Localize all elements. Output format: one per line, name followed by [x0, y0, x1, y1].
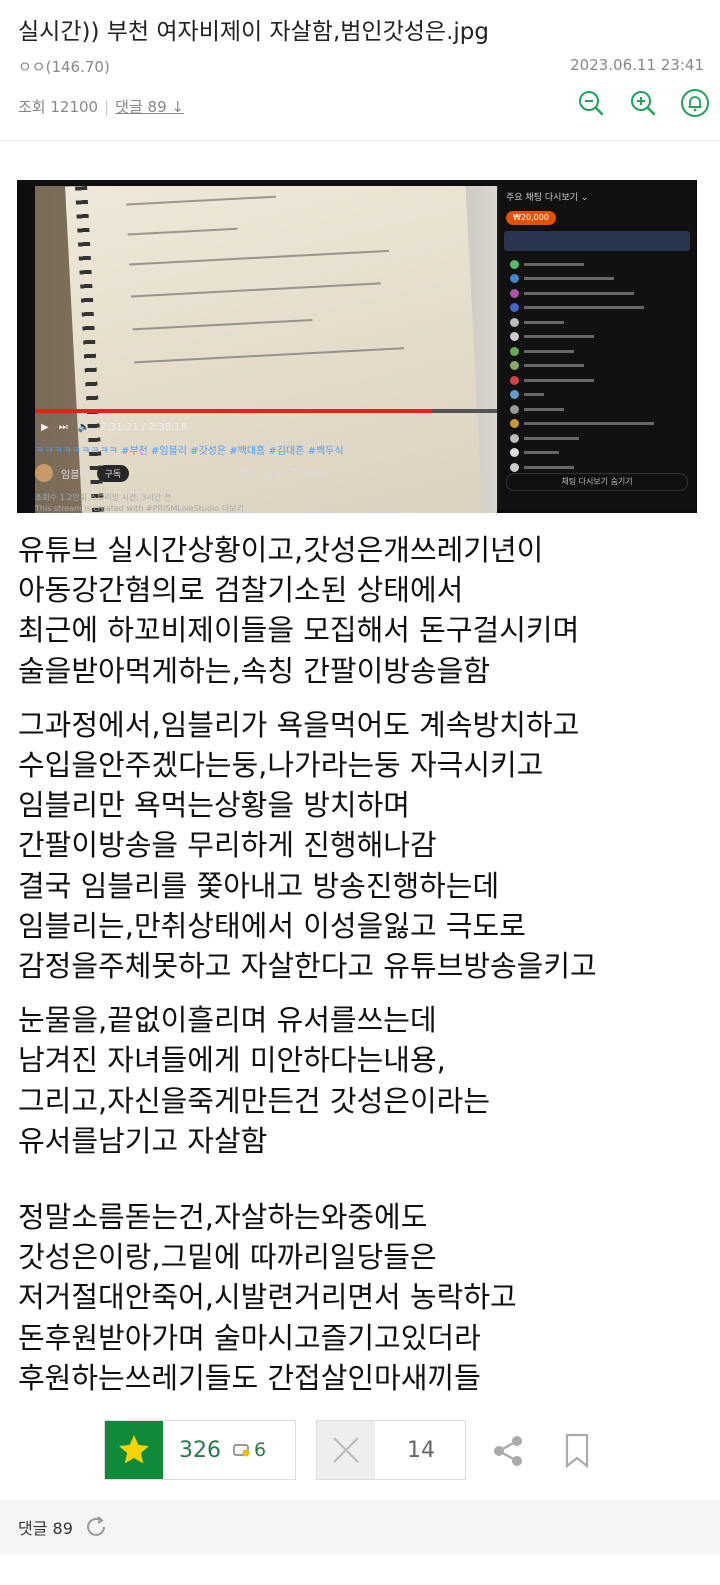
bell-icon[interactable] — [680, 88, 710, 118]
gold-count: 6 — [233, 1439, 266, 1461]
post-meta: 조회 12100 | 댓글 89 ↓ — [18, 96, 184, 117]
x-icon — [317, 1421, 375, 1479]
downvote-button[interactable]: 14 — [316, 1420, 466, 1480]
upvote-count: 326 — [179, 1437, 221, 1463]
chat-row — [498, 417, 696, 432]
chat-row — [498, 286, 696, 301]
post-header: 실시간)) 부천 여자비제이 자살함,범인갓성은.jpg ㅇㅇ(146.70) … — [0, 0, 720, 140]
chat-row — [498, 388, 696, 403]
like-count[interactable]: 152 — [237, 468, 256, 479]
header-icons — [576, 88, 710, 118]
post-body: 유튜브 실시간상황이고,갓성은개쓰레기년이 아동강간혐의로 검찰기소된 상태에서 최… — [18, 530, 597, 1412]
chat-row — [498, 402, 696, 417]
share-label[interactable]: 공유 — [264, 466, 282, 481]
meta-separator: | — [104, 98, 110, 116]
video-hashtags[interactable]: ㅋㅋㅋㅋㅋㅋㅋㅋㅋ #부천 #임블리 #갓성은 #백대흠 #김대흔 #백두식 — [35, 442, 344, 457]
zoom-out-icon[interactable] — [576, 88, 606, 118]
refresh-icon[interactable] — [83, 1514, 109, 1540]
comment-count-link[interactable]: 댓글 89 ↓ — [115, 98, 184, 116]
video-controls: ▶ ⏭ 🔈 2:31:21 / 2:38:18 — [35, 416, 497, 438]
channel-row: 임블리 구독 152 공유 Thanks — [35, 462, 497, 484]
next-icon[interactable]: ⏭ — [59, 422, 68, 433]
downvote-count: 14 — [407, 1437, 435, 1463]
chat-row — [498, 272, 696, 287]
chat-header[interactable]: 주요 채팅 다시보기 ⌄ — [498, 184, 696, 209]
channel-name[interactable]: 임블리 — [61, 466, 89, 481]
subscribe-button[interactable]: 구독 — [96, 464, 130, 482]
chat-row — [498, 446, 696, 461]
chat-row — [498, 315, 696, 330]
share-icon[interactable] — [490, 1433, 526, 1469]
chat-row — [498, 344, 696, 359]
comments-bar: 댓글 89 — [0, 1500, 720, 1554]
bookmark-icon[interactable] — [562, 1433, 592, 1469]
post-author[interactable]: ㅇㅇ(146.70) — [18, 56, 110, 77]
chat-row — [498, 373, 696, 388]
channel-avatar[interactable] — [35, 464, 53, 482]
gold-icon — [233, 1444, 250, 1457]
thanks-label[interactable]: Thanks — [291, 468, 327, 479]
upvote-button[interactable]: 326 6 — [104, 1420, 296, 1480]
paragraph-3: 눈물을,끝없이흘리며 유서를쓰는데 남겨진 자녀들에게 미안하다는내용, 그리고,자… — [18, 1003, 490, 1158]
video-progress-fill — [35, 409, 433, 413]
chat-row — [498, 359, 696, 374]
chat-row — [498, 431, 696, 446]
comments-label[interactable]: 댓글 89 — [18, 1515, 73, 1539]
vote-actions: 326 6 14 — [0, 1420, 720, 1482]
video-description: 조회수 1.2만회 스트리밍 시간: 3시간 전 This stream is … — [35, 493, 244, 513]
hide-chat-replay-button[interactable]: 채팅 다시보기 숨기기 — [506, 473, 688, 491]
post-date: 2023.06.11 23:41 — [570, 56, 704, 74]
live-chat-panel: 주요 채팅 다시보기 ⌄ ₩20,000 채팅 다시보기 숨기기 — [497, 184, 696, 509]
paragraph-2: 그과정에서,임블리가 욕을먹어도 계속방치하고 수입을안주겠다는둥,나가라는둥 자… — [18, 707, 597, 984]
video-time: 2:31:21 / 2:38:18 — [100, 421, 187, 433]
play-icon[interactable]: ▶ — [41, 422, 49, 433]
paragraph-4: 정말소름돋는건,자살하는와중에도 갓성은이랑,그밑에 따까리일당들은 저거절대안죽어… — [18, 1200, 517, 1395]
pinned-message — [504, 231, 690, 251]
video-progress-bar[interactable] — [35, 409, 497, 413]
chat-row — [498, 301, 696, 316]
zoom-in-icon[interactable] — [628, 88, 658, 118]
star-icon — [105, 1421, 163, 1479]
volume-icon[interactable]: 🔈 — [78, 422, 90, 433]
chat-row — [498, 330, 696, 345]
embedded-video-screenshot[interactable]: ▶ ⏭ 🔈 2:31:21 / 2:38:18 ㅋㅋㅋㅋㅋㅋㅋㅋㅋ #부천 #임… — [17, 180, 697, 513]
header-divider — [0, 140, 720, 141]
post-title: 실시간)) 부천 여자비제이 자살함,범인갓성은.jpg — [18, 19, 489, 45]
view-count: 조회 12100 — [18, 98, 99, 116]
super-chat-badge: ₩20,000 — [506, 211, 556, 225]
paragraph-1: 유튜브 실시간상황이고,갓성은개쓰레기년이 아동강간혐의로 검찰기소된 상태에서 최… — [18, 533, 580, 688]
chat-row — [498, 257, 696, 272]
